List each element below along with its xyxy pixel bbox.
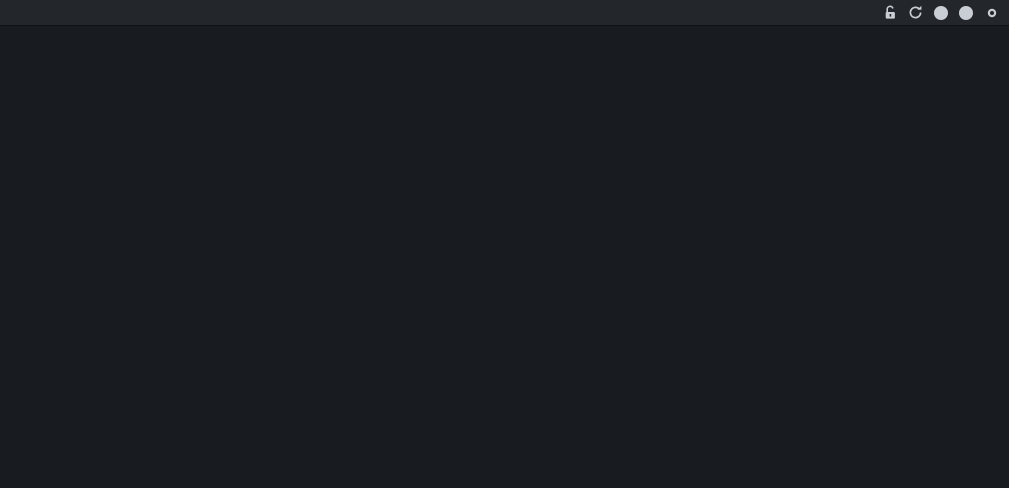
unlock-icon[interactable] (884, 5, 897, 20)
zoom-in-button[interactable] (934, 6, 948, 20)
toolbar (0, 0, 1009, 26)
refresh-icon[interactable] (908, 5, 923, 20)
toolbar-right (873, 5, 1000, 21)
zoom-out-button[interactable] (959, 6, 973, 20)
kline-app (0, 0, 1009, 488)
settings-gear-icon[interactable] (984, 5, 1000, 21)
kline-chart[interactable] (0, 26, 1009, 488)
